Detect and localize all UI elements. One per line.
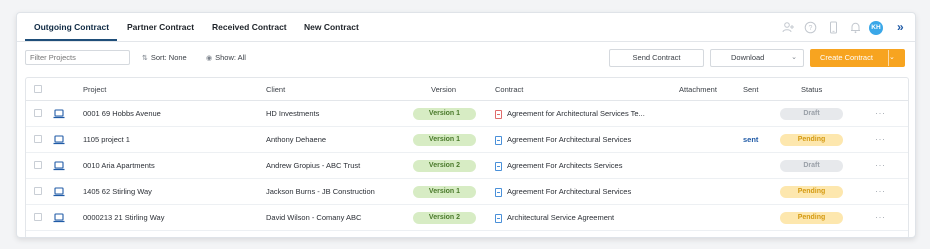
row-checkbox[interactable] <box>34 161 42 169</box>
sort-dropdown[interactable]: ⇅ Sort: None <box>142 50 187 65</box>
sent-link[interactable]: sent <box>743 127 758 153</box>
tab-outgoing-contract[interactable]: Outgoing Contract <box>34 13 109 42</box>
version-badge: Version 1 <box>413 108 476 120</box>
pdf-file-icon <box>495 110 502 119</box>
laptop-icon[interactable] <box>53 135 65 145</box>
send-contract-label: Send Contract <box>632 53 681 62</box>
help-icon[interactable]: ? <box>804 21 817 34</box>
status-badge: Draft <box>780 160 843 172</box>
document-icon <box>495 136 502 145</box>
table-row[interactable]: 1105 project 1 Anthony Dehaene Version 1 Ag… <box>26 127 908 153</box>
status-badge: Pending <box>780 134 843 146</box>
more-options-icon[interactable]: ··· <box>875 127 886 153</box>
create-contract-label: Create Contract <box>820 53 873 62</box>
more-options-icon[interactable]: ··· <box>875 101 886 127</box>
tab-new-contract[interactable]: New Contract <box>304 13 359 42</box>
row-checkbox[interactable] <box>34 109 42 117</box>
client-name: Jackson Burns - JB Construction <box>266 187 375 196</box>
table-row[interactable]: 1405 62 Stirling Way Jackson Burns - JB C… <box>26 179 908 205</box>
client-name: Anthony Dehaene <box>266 135 327 144</box>
project-name[interactable]: 0010 Aria Apartments <box>83 153 155 179</box>
contract-link[interactable]: Agreement For Architects Services <box>507 153 622 179</box>
project-name[interactable]: 1105 project 1 <box>83 127 130 153</box>
project-name[interactable]: 0001 69 Hobbs Avenue <box>83 101 161 127</box>
mobile-icon[interactable] <box>827 21 840 34</box>
document-icon <box>495 188 502 197</box>
avatar[interactable]: KH <box>869 21 883 35</box>
expand-icon[interactable]: » <box>897 20 904 34</box>
row-checkbox[interactable] <box>34 135 42 143</box>
laptop-icon[interactable] <box>53 161 65 171</box>
svg-text:?: ? <box>809 25 813 32</box>
header-project[interactable]: Project <box>83 78 106 101</box>
sort-icon: ⇅ <box>142 55 148 62</box>
version-badge: Version 2 <box>413 160 476 172</box>
table-row[interactable]: 0001 69 Hobbs Avenue HD Investments Versio… <box>26 101 908 127</box>
active-tab-indicator <box>25 39 117 41</box>
project-name[interactable]: 1405 62 Stirling Way <box>83 179 152 205</box>
create-contract-button[interactable]: Create Contract ⌄ <box>810 49 905 67</box>
client-name: HD Investments <box>266 109 320 118</box>
header-attachment[interactable]: Attachment <box>679 78 717 101</box>
filter-projects-input[interactable] <box>25 50 130 65</box>
laptop-icon[interactable] <box>53 187 65 197</box>
contracts-table: Project Client Version Contract Attachme… <box>25 77 909 237</box>
row-checkbox[interactable] <box>34 187 42 195</box>
status-badge: Pending <box>780 186 843 198</box>
tab-received-contract[interactable]: Received Contract <box>212 13 287 42</box>
document-icon <box>495 214 502 223</box>
tab-bar: Outgoing Contract Partner Contract Recei… <box>17 13 915 42</box>
contract-link[interactable]: Architectural Service Agreement <box>507 205 614 231</box>
header-status[interactable]: Status <box>801 78 822 101</box>
tab-partner-contract[interactable]: Partner Contract <box>127 13 194 42</box>
more-options-icon[interactable]: ··· <box>875 205 886 231</box>
user-add-icon[interactable] <box>782 21 795 34</box>
eye-icon: ◉ <box>206 55 213 62</box>
header-contract[interactable]: Contract <box>495 78 523 101</box>
table-header: Project Client Version Contract Attachme… <box>26 78 908 101</box>
show-label: Show: All <box>215 53 246 62</box>
header-client[interactable]: Client <box>266 78 285 101</box>
header-version[interactable]: Version <box>431 78 456 101</box>
bell-icon[interactable] <box>849 21 862 34</box>
contract-link[interactable]: Agreement For Architectural Services <box>507 179 631 205</box>
download-label: Download <box>731 53 765 62</box>
header-sent[interactable]: Sent <box>743 78 758 101</box>
client-name: David Wilson - Comany ABC <box>266 213 362 222</box>
show-dropdown[interactable]: ◉ Show: All <box>206 50 246 65</box>
document-icon <box>495 162 502 171</box>
sort-label: Sort: None <box>150 53 187 62</box>
laptop-icon[interactable] <box>53 109 65 119</box>
send-contract-button[interactable]: Send Contract <box>609 49 704 67</box>
more-options-icon[interactable]: ··· <box>875 179 886 205</box>
status-badge: Draft <box>780 108 843 120</box>
select-all-checkbox[interactable] <box>34 85 42 93</box>
row-checkbox[interactable] <box>34 213 42 221</box>
version-badge: Version 1 <box>413 186 476 198</box>
project-name[interactable]: 0000213 21 Stirling Way <box>83 205 164 231</box>
laptop-icon[interactable] <box>53 213 65 223</box>
contract-link[interactable]: Agreement For Architectural Services <box>507 127 631 153</box>
table-row[interactable]: 0000213 21 Stirling Way David Wilson - Co… <box>26 205 908 231</box>
status-badge: Pending <box>780 212 843 224</box>
chevron-down-icon[interactable]: ⌄ <box>888 50 904 66</box>
contracts-panel: Outgoing Contract Partner Contract Recei… <box>16 12 916 238</box>
client-name: Andrew Gropius - ABC Trust <box>266 161 361 170</box>
chevron-down-icon: ⌄ <box>791 54 797 61</box>
version-badge: Version 2 <box>413 212 476 224</box>
download-dropdown[interactable]: Download ⌄ <box>710 49 804 67</box>
contract-link[interactable]: Agreement for Architectural Services Te.… <box>507 101 645 127</box>
table-row[interactable]: 0010 Aria Apartments Andrew Gropius - ABC… <box>26 153 908 179</box>
version-badge: Version 1 <box>413 134 476 146</box>
more-options-icon[interactable]: ··· <box>875 153 886 179</box>
